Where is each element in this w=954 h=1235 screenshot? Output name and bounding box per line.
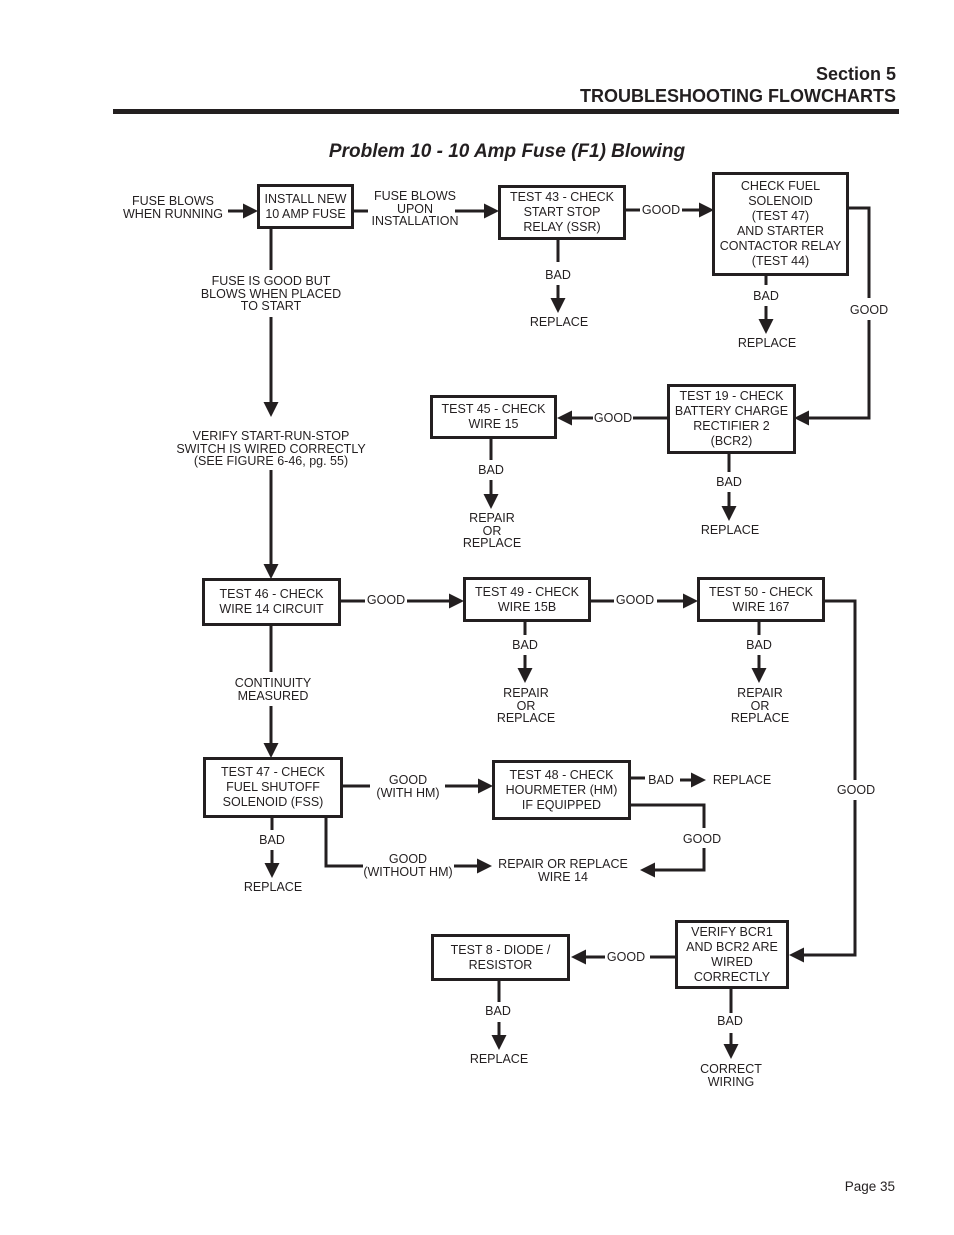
page-number: Page 35	[844, 1179, 895, 1194]
box-install-fuse: INSTALL NEW 10 AMP FUSE	[257, 184, 354, 229]
label-bad: BAD	[478, 463, 504, 477]
box-test-49: TEST 49 - CHECK WIRE 15B	[463, 577, 591, 622]
box-test-46: TEST 46 - CHECK WIRE 14 CIRCUIT	[202, 578, 341, 626]
label-bad: BAD	[716, 475, 742, 489]
box-check-fuel-solenoid: CHECK FUEL SOLENOID (TEST 47) AND STARTE…	[712, 172, 849, 276]
label-correct-wiring: CORRECT WIRING	[700, 1062, 762, 1089]
label-good: GOOD	[593, 411, 633, 425]
label-good: GOOD	[682, 832, 722, 846]
box-verify-bcr: VERIFY BCR1 AND BCR2 ARE WIRED CORRECTLY	[675, 920, 789, 989]
label-bad: BAD	[717, 1014, 743, 1028]
label-replace: REPLACE	[712, 773, 772, 787]
box-test-48: TEST 48 - CHECK HOURMETER (HM) IF EQUIPP…	[492, 760, 631, 820]
connector	[848, 206, 871, 298]
box-test-45: TEST 45 - CHECK WIRE 15	[430, 395, 557, 439]
label-fuse-good: FUSE IS GOOD BUT BLOWS WHEN PLACED TO ST…	[200, 274, 342, 313]
label-bad: BAD	[648, 773, 674, 787]
label-good-without-hm: GOOD (WITHOUT HM)	[363, 852, 453, 879]
box-test-47: TEST 47 - CHECK FUEL SHUTOFF SOLENOID (F…	[203, 757, 343, 818]
label-repair-replace: REPAIR OR REPLACE	[496, 686, 556, 725]
label-good: GOOD	[836, 783, 876, 797]
label-fuse-blows-running: FUSE BLOWS WHEN RUNNING	[123, 194, 223, 221]
label-replace: REPLACE	[243, 880, 303, 894]
label-continuity: CONTINUITY MEASURED	[234, 676, 312, 703]
connector	[789, 800, 857, 963]
label-repair-wire-14: REPAIR OR REPLACE WIRE 14	[498, 857, 628, 884]
label-fuse-blows-install: FUSE BLOWS UPON INSTALLATION	[371, 189, 459, 228]
label-good-with-hm: GOOD (WITH HM)	[376, 773, 440, 800]
label-bad: BAD	[512, 638, 538, 652]
label-good: GOOD	[366, 593, 406, 607]
connector	[630, 803, 706, 828]
label-replace: REPLACE	[469, 1052, 529, 1066]
box-test-8: TEST 8 - DIODE / RESISTOR	[431, 934, 570, 981]
label-good: GOOD	[641, 203, 681, 217]
label-good: GOOD	[606, 950, 646, 964]
box-test-50: TEST 50 - CHECK WIRE 167	[697, 577, 825, 622]
label-good: GOOD	[615, 593, 655, 607]
label-repair-replace: REPAIR OR REPLACE	[462, 511, 522, 550]
label-bad: BAD	[545, 268, 571, 282]
label-good: GOOD	[849, 303, 889, 317]
label-replace: REPLACE	[700, 523, 760, 537]
box-test-43: TEST 43 - CHECK START STOP RELAY (SSR)	[498, 185, 626, 240]
label-bad: BAD	[485, 1004, 511, 1018]
label-replace: REPLACE	[529, 315, 589, 329]
connector	[324, 817, 363, 868]
connector	[640, 848, 706, 878]
connector	[824, 599, 857, 780]
box-test-19: TEST 19 - CHECK BATTERY CHARGE RECTIFIER…	[667, 384, 796, 454]
label-bad: BAD	[259, 833, 285, 847]
label-bad: BAD	[746, 638, 772, 652]
connector	[794, 320, 871, 426]
label-bad: BAD	[753, 289, 779, 303]
label-repair-replace: REPAIR OR REPLACE	[730, 686, 790, 725]
label-replace: REPLACE	[737, 336, 797, 350]
label-verify-switch: VERIFY START-RUN-STOP SWITCH IS WIRED CO…	[176, 429, 366, 468]
